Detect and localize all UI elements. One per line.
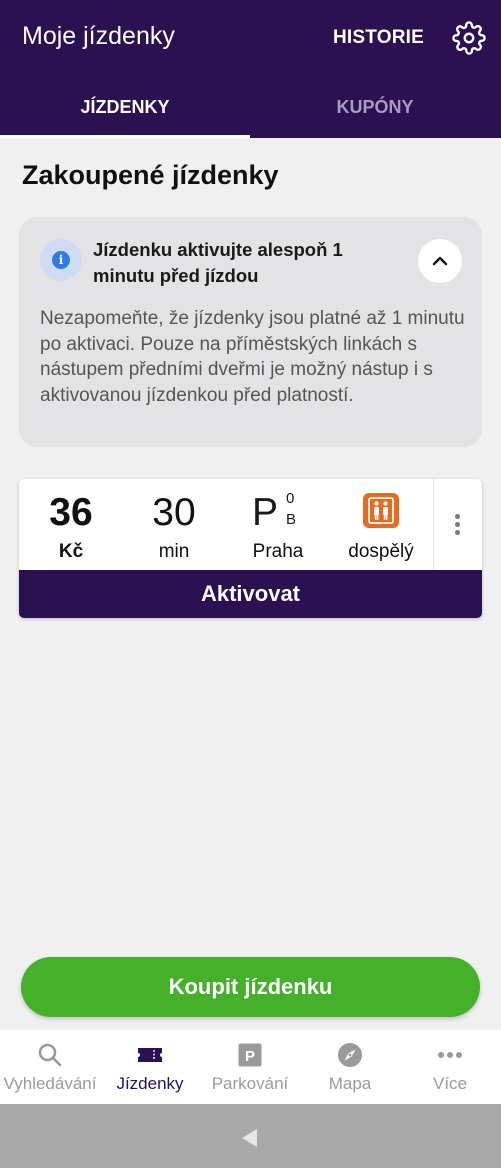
compass-icon (338, 1043, 362, 1067)
price-unit: Kč (58, 541, 84, 562)
adult-icon (363, 493, 399, 528)
tab-coupons[interactable]: KUPÓNY (250, 78, 500, 138)
nav-item-parking[interactable]: P Parkování (200, 1030, 300, 1104)
zone-label: Praha (252, 541, 304, 562)
ticket-card: 36 Kč 30 min P 0 B Praha dospělý Aktivov… (19, 479, 482, 618)
ticket-passenger: dospělý (329, 479, 433, 570)
info-icon: i (40, 239, 82, 281)
duration-value: 30 (152, 491, 196, 534)
search-icon (38, 1043, 62, 1067)
nav-label-parking: Parkování (211, 1074, 289, 1093)
nav-label-map: Mapa (328, 1074, 372, 1093)
bottom-nav: Vyhledávání Jízdenky P Parkování Mapa Ví… (0, 1030, 501, 1104)
tab-bar: JÍZDENKY KUPÓNY (0, 78, 501, 138)
parking-icon: P (238, 1043, 262, 1067)
more-horizontal-icon (438, 1052, 462, 1058)
activate-button[interactable]: Aktivovat (19, 570, 482, 618)
ticket-zone: P 0 B Praha (226, 479, 330, 570)
gear-icon[interactable] (452, 21, 486, 55)
nav-item-more[interactable]: Více (400, 1030, 500, 1104)
zone-superscript: 0 (286, 490, 295, 507)
history-button[interactable]: HISTORIE (333, 27, 424, 49)
info-title: Jízdenku aktivujte alespoň 1 minutu před… (93, 239, 343, 286)
passenger-label: dospělý (348, 541, 414, 562)
info-body: Nezapomeňte, že jízdenky jsou platné až … (40, 308, 465, 406)
nav-item-search[interactable]: Vyhledávání (0, 1030, 100, 1104)
price-value: 36 (49, 491, 93, 534)
nav-item-map[interactable]: Mapa (300, 1030, 400, 1104)
chevron-up-icon (432, 256, 448, 266)
ticket-icon (138, 1048, 162, 1062)
info-card: i Jízdenku aktivujte alespoň 1 minutu př… (19, 217, 482, 447)
ticket-duration: 30 min (122, 479, 226, 570)
zone-letter: P (252, 491, 279, 534)
more-vertical-icon[interactable] (434, 479, 482, 570)
svg-text:P: P (245, 1048, 255, 1065)
page-title: Moje jízdenky (22, 22, 175, 50)
buy-ticket-button[interactable]: Koupit jízdenku (21, 957, 480, 1017)
back-icon[interactable] (238, 1126, 262, 1150)
section-title: Zakoupené jízdenky (22, 160, 279, 190)
ticket-price: 36 Kč (19, 479, 123, 570)
nav-label-search: Vyhledávání (3, 1074, 97, 1093)
nav-item-tickets[interactable]: Jízdenky (100, 1030, 200, 1104)
system-nav-bar (0, 1104, 501, 1168)
collapse-button[interactable] (418, 239, 462, 283)
tab-active-indicator (0, 135, 250, 138)
nav-label-tickets: Jízdenky (116, 1074, 184, 1093)
tab-tickets[interactable]: JÍZDENKY (0, 78, 250, 138)
zone-subscript: B (286, 511, 297, 528)
nav-label-more: Více (432, 1074, 468, 1093)
duration-unit: min (158, 541, 190, 562)
app-bar: Moje jízdenky HISTORIE JÍZDENKY KUPÓNY (0, 0, 501, 138)
